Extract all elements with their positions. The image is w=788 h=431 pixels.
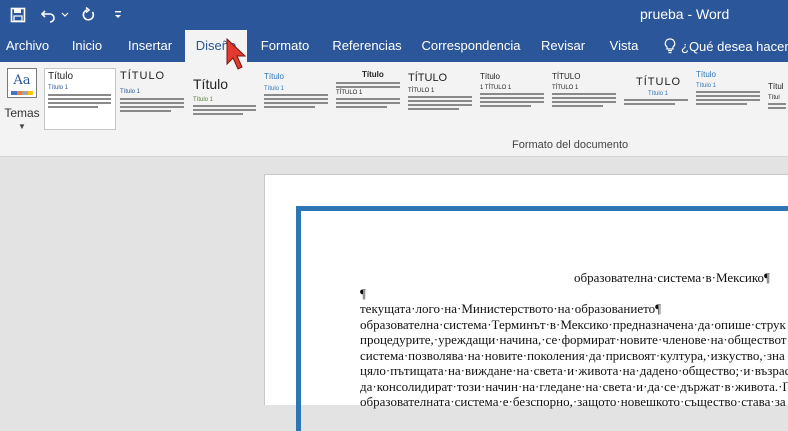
style-heading: TÍTULO (552, 72, 581, 81)
temas-label: Temas (4, 106, 40, 120)
document-paragraph-mark: ¶ (360, 285, 366, 301)
tab-correspondencia[interactable]: Correspondencia (419, 30, 523, 62)
ribbon-body: Aa Temas ▼ Título Título 1 TÍTULO Título… (0, 62, 788, 157)
redo-icon (82, 7, 95, 21)
tab-inicio[interactable]: Inicio (58, 30, 116, 62)
style-subheading: Título 1 (648, 91, 669, 97)
style-subheading: Título 1 (48, 85, 69, 91)
chevron-down-icon (61, 12, 69, 17)
style-set-gallery: Título Título 1 TÍTULO Título 1 Título T… (44, 68, 788, 130)
quick-access-toolbar (0, 0, 130, 30)
customize-qat-button[interactable] (106, 3, 130, 27)
tab-referencias[interactable]: Referencias (328, 30, 406, 62)
save-icon (10, 7, 26, 23)
chevron-down-icon: ▼ (18, 122, 26, 131)
mouse-pointer-icon (226, 38, 247, 70)
style-heading: Título (264, 72, 285, 81)
tell-me-text: ¿Qué desea hacer? (681, 38, 788, 54)
style-set-item[interactable]: TÍTULO TÍTULO 1 (406, 68, 476, 128)
style-subheading: TÍTULO 1 (336, 90, 363, 96)
style-heading: Título (480, 72, 501, 81)
document-line: процедурите,·уреждащи·начина,·се·формира… (360, 332, 787, 347)
temas-button[interactable]: Aa Temas ▼ (4, 66, 40, 136)
style-subheading: Título 1 (264, 86, 285, 92)
document-line: текущата·лого·на·Министерството·на·образ… (360, 301, 661, 316)
style-heading: TÍTULO (636, 76, 682, 88)
style-subheading: 1 TÍTULO 1 (480, 85, 512, 91)
document-line: да·консолидират·този·начин·на·гледане·на… (360, 378, 788, 394)
undo-icon (40, 10, 55, 23)
style-set-item[interactable]: Título Título 1 (694, 68, 764, 128)
style-set-item[interactable]: TÍTULO Título 1 (622, 68, 692, 128)
tab-archivo[interactable]: Archivo (0, 30, 55, 62)
document-heading: образователна·система·в·Мексико¶ (574, 270, 770, 285)
lightbulb-icon (664, 38, 676, 54)
style-heading: Título (48, 71, 74, 82)
style-subheading: Título 1 (193, 97, 214, 103)
style-subheading: Título 1 (696, 83, 717, 89)
tab-vista[interactable]: Vista (603, 30, 645, 62)
customize-qat-icon (115, 11, 121, 18)
document-line: система·позволява·на·новите·поколения·да… (360, 347, 785, 363)
style-set-item[interactable]: Título TÍTULO 1 (334, 68, 404, 128)
style-heading: Títul (768, 82, 784, 91)
document-line: цяло·пътищата·на·виждане·на·света·и·живо… (360, 363, 788, 378)
style-set-item[interactable]: TÍTULO TÍTULO 1 (550, 68, 620, 128)
undo-dropdown-button[interactable] (60, 3, 70, 27)
tab-formato[interactable]: Formato (252, 30, 318, 62)
title-bar: prueba - Word (0, 0, 788, 30)
group-label-formato-del-documento: Formato del documento (512, 139, 629, 151)
style-heading: Título (362, 70, 384, 79)
style-set-item[interactable]: Título Título 1 (190, 68, 260, 128)
redo-button[interactable] (76, 3, 100, 27)
style-heading: Título (193, 76, 229, 92)
style-subheading: TÍTULO 1 (552, 85, 579, 91)
style-set-item[interactable]: Título 1 TÍTULO 1 (478, 68, 548, 128)
document-line: образователната·система·е·безспорно,·защ… (360, 394, 786, 409)
style-heading: TÍTULO (120, 70, 166, 82)
tell-me-box[interactable]: ¿Qué desea hacer? (664, 30, 788, 62)
document-text[interactable]: образователна·система·в·Мексико¶ ¶ текущ… (360, 270, 788, 410)
style-set-item[interactable]: TÍTULO Título 1 (118, 68, 188, 128)
tab-insertar[interactable]: Insertar (120, 30, 180, 62)
style-subheading: Título 1 (120, 89, 141, 95)
style-heading: TÍTULO (408, 72, 448, 84)
document-line: образователна·система·Терминът·в·Мексико… (360, 316, 786, 332)
save-button[interactable] (6, 3, 30, 27)
style-set-item[interactable]: Títul Títul (766, 68, 788, 128)
window-title: prueba - Word (640, 6, 730, 22)
style-set-item[interactable]: Título Título 1 (44, 68, 116, 130)
style-subheading: Títul (768, 95, 780, 101)
ribbon-tabs: Archivo Inicio Insertar Diseño Formato R… (0, 30, 788, 63)
style-subheading: TÍTULO 1 (408, 88, 435, 94)
undo-button[interactable] (36, 3, 60, 27)
tab-revisar[interactable]: Revisar (536, 30, 590, 62)
themes-icon: Aa (7, 68, 37, 98)
style-heading: Título (696, 70, 717, 79)
style-set-item[interactable]: Título Título 1 (262, 68, 332, 128)
